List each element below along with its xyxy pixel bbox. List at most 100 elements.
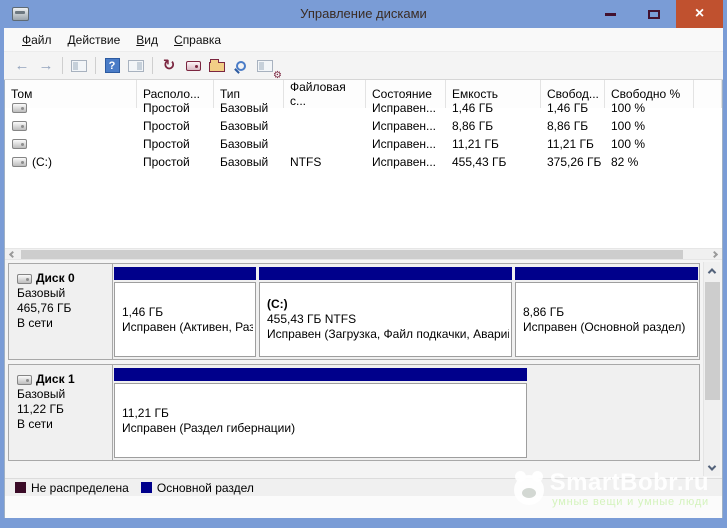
partition-size: 1,46 ГБ (122, 304, 164, 319)
primary-partition-color-swatch (140, 482, 152, 493)
help-icon: ? (104, 58, 120, 73)
partitions-strip: 1,46 ГБ Исправен (Активен, Раз (C:) 455,… (113, 264, 699, 359)
disk-type: Базовый (17, 387, 66, 401)
cell-filesystem: NTFS (290, 155, 322, 169)
legend-item-primary-partition: Основной раздел (140, 480, 254, 495)
disk-icon (17, 374, 32, 385)
volume-list-header: Том Располо... Тип Файловая с... Состоян… (5, 80, 722, 108)
disk-row-0: Диск 0 Базовый 465,76 ГБ В сети 1,46 ГБ … (8, 263, 700, 360)
cell-free: 11,21 ГБ (547, 137, 594, 151)
partition[interactable]: 11,21 ГБ Исправен (Раздел гибернации) (114, 367, 527, 458)
chevron-up-icon (707, 267, 717, 277)
partition-status: Исправен (Основной раздел) (523, 319, 686, 334)
help-button[interactable]: ? (100, 54, 124, 77)
forward-button[interactable]: → (34, 54, 58, 77)
horizontal-scroll-thumb[interactable] (21, 250, 683, 259)
volume-row[interactable]: Простой Базовый Исправен... 8,86 ГБ 8,86… (5, 117, 722, 135)
minimize-button[interactable] (588, 0, 632, 28)
scroll-left-icon[interactable] (8, 250, 17, 259)
properties-button[interactable]: ⚙ (253, 54, 282, 81)
partition-box: (C:) 455,43 ГБ NTFS Исправен (Загрузка, … (259, 282, 512, 357)
forward-icon: → (38, 57, 54, 74)
cell-free-pct: 82 % (611, 155, 639, 169)
toolbar: ← → ? ↻ ⚙ (4, 52, 723, 81)
volume-icon (12, 139, 27, 149)
volume-row[interactable]: Простой Базовый Исправен... 11,21 ГБ 11,… (5, 135, 722, 153)
col-blank (694, 80, 722, 108)
vertical-scrollbar[interactable] (703, 262, 720, 476)
status-bar: Не распределена Основной раздел (5, 478, 722, 496)
refresh-button[interactable]: ↻ (157, 54, 181, 77)
maximize-button[interactable] (632, 0, 676, 28)
show-console-tree-button[interactable] (67, 54, 91, 77)
menu-item-action[interactable]: Действие (60, 30, 129, 50)
disk-status: В сети (17, 316, 53, 330)
find-button[interactable] (229, 54, 253, 77)
disk-management-window: Управление дисками × Файл Действие Вид С… (0, 0, 727, 528)
volume-icon (12, 121, 27, 131)
cell-layout: Простой (143, 119, 190, 133)
partition-size: 11,21 ГБ (122, 405, 169, 420)
console-tree-icon (71, 59, 87, 72)
cell-free-pct: 100 % (611, 119, 646, 133)
disk-size: 465,76 ГБ (17, 301, 72, 315)
menu-item-view[interactable]: Вид (128, 30, 166, 50)
close-icon: × (694, 5, 705, 22)
volume-row[interactable]: (C:) Простой Базовый NTFS Исправен... 45… (5, 153, 722, 171)
cell-free-pct: 100 % (611, 101, 646, 115)
caption-buttons: × (588, 0, 723, 28)
legend-item-unallocated: Не распределена (15, 481, 129, 495)
scroll-right-icon[interactable] (710, 250, 719, 259)
disk-info-1[interactable]: Диск 1 Базовый 11,22 ГБ В сети (9, 365, 113, 460)
cell-free: 375,26 ГБ (547, 155, 602, 169)
disk-type: Базовый (17, 286, 66, 300)
titlebar[interactable]: Управление дисками × (4, 0, 723, 28)
partition[interactable]: 1,46 ГБ Исправен (Активен, Раз (114, 266, 256, 357)
scroll-up-button[interactable] (704, 262, 720, 279)
action-pane-icon (128, 59, 144, 72)
maximize-icon (648, 9, 660, 19)
back-button[interactable]: ← (10, 54, 34, 77)
cell-capacity: 455,43 ГБ (452, 155, 507, 169)
cell-capacity: 1,46 ГБ (452, 101, 494, 115)
partition-status: Исправен (Раздел гибернации) (122, 420, 296, 435)
partition-status: Исправен (Загрузка, Файл подкачки, Авари… (267, 327, 509, 341)
close-button[interactable]: × (676, 0, 723, 28)
partition[interactable]: 8,86 ГБ Исправен (Основной раздел) (515, 266, 698, 357)
cell-status: Исправен... (372, 119, 437, 133)
disk-name: Диск 1 (36, 372, 75, 386)
show-action-pane-button[interactable] (124, 54, 148, 77)
partition-status: Исправен (Активен, Раз (122, 319, 253, 334)
legend-label: Основной раздел (156, 480, 254, 495)
client-area: Том Располо... Тип Файловая с... Состоян… (4, 80, 723, 518)
gear-icon: ⚙ (273, 70, 282, 81)
partition-c[interactable]: (C:) 455,43 ГБ NTFS Исправен (Загрузка, … (259, 266, 512, 357)
disk-status: В сети (17, 417, 53, 431)
disk-row-1: Диск 1 Базовый 11,22 ГБ В сети 11,21 ГБ … (8, 364, 700, 461)
disk-size: 11,22 ГБ (17, 402, 64, 416)
open-folder-icon (209, 59, 225, 72)
graphical-view: Диск 0 Базовый 465,76 ГБ В сети 1,46 ГБ … (5, 260, 722, 478)
disk-info-0[interactable]: Диск 0 Базовый 465,76 ГБ В сети (9, 264, 113, 359)
menubar: Файл Действие Вид Справка (4, 28, 723, 52)
volume-icon (12, 157, 27, 167)
partition-color-bar (259, 267, 512, 280)
find-icon (236, 60, 246, 71)
open-button[interactable] (205, 54, 229, 77)
volume-name: (C:) (32, 155, 52, 169)
partition-box: 11,21 ГБ Исправен (Раздел гибернации) (114, 383, 527, 458)
cell-free-pct: 100 % (611, 137, 646, 151)
partition-size: 455,43 ГБ NTFS (267, 312, 357, 326)
scroll-down-button[interactable] (704, 459, 720, 476)
cell-layout: Простой (143, 155, 190, 169)
col-filesystem[interactable]: Файловая с... (284, 80, 366, 108)
cell-free: 1,46 ГБ (547, 101, 589, 115)
menu-item-help[interactable]: Справка (166, 30, 229, 50)
partition-color-bar (515, 267, 698, 280)
rescan-disks-button[interactable] (181, 54, 205, 77)
bottom-filler (5, 496, 722, 518)
menu-item-file[interactable]: Файл (14, 30, 60, 50)
horizontal-scrollbar[interactable] (5, 248, 722, 260)
cell-type: Базовый (220, 137, 269, 151)
vertical-scroll-thumb[interactable] (705, 282, 720, 400)
